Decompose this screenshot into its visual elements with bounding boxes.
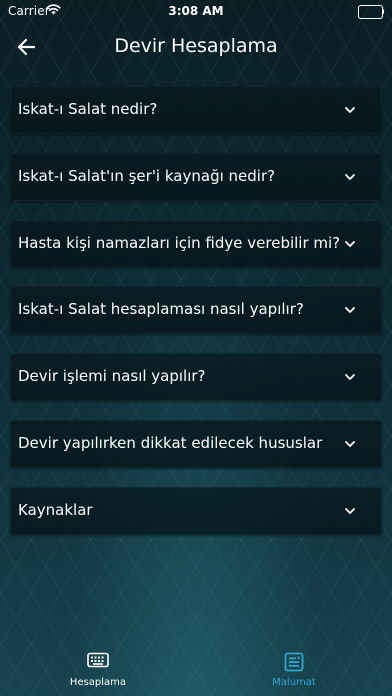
faq-item-label: Hasta kişi namazları için fidye verebili… xyxy=(18,233,341,252)
faq-item-kaynaklar[interactable]: Kaynaklar xyxy=(10,486,382,535)
chevron-down-icon xyxy=(345,240,355,247)
page-title: Devir Hesaplama xyxy=(114,35,278,57)
faq-item-hesaplama-nasil[interactable]: Iskat-ı Salat hesaplaması nasıl yapılır? xyxy=(10,286,382,335)
faq-item-iskat-salat-nedir[interactable]: Iskat-ı Salat nedir? xyxy=(10,86,382,134)
faq-item-dikkat-hususlar[interactable]: Devir yapılırken dikkat edilecek hususla… xyxy=(10,419,382,468)
status-bar: Carrier 3:08 AM xyxy=(0,0,392,22)
chevron-down-icon xyxy=(345,374,355,381)
keyboard-icon xyxy=(87,652,109,668)
tab-label: Malumat xyxy=(272,677,316,688)
faq-item-label: Iskat-ı Salat'ın şer'i kaynağı nedir? xyxy=(18,166,276,185)
chevron-down-icon xyxy=(345,307,355,314)
chevron-down-icon xyxy=(345,441,355,447)
status-time: 3:08 AM xyxy=(168,4,224,18)
faq-item-devir-islemi[interactable]: Devir işlemi nasıl yapılır? xyxy=(10,353,382,402)
faq-item-label: Iskat-ı Salat hesaplaması nasıl yapılır? xyxy=(18,300,304,319)
tab-bar: Hesaplama Malumat xyxy=(0,645,392,696)
tab-label: Hesaplama xyxy=(69,677,127,688)
faq-item-label: Devir işlemi nasıl yapılır? xyxy=(18,367,206,386)
app-screen: Carrier 3:08 AM Devir Hesaplama Iskat-ı … xyxy=(0,0,392,696)
faq-item-label: Devir yapılırken dikkat edilecek hususla… xyxy=(18,433,323,452)
tab-hesaplama[interactable]: Hesaplama xyxy=(38,645,158,696)
faq-item-label: Kaynaklar xyxy=(18,500,93,519)
chevron-down-icon xyxy=(345,173,355,180)
chevron-down-icon xyxy=(345,507,355,514)
tab-malumat[interactable]: Malumat xyxy=(234,645,354,696)
navigation-bar: Devir Hesaplama xyxy=(0,22,392,72)
battery-icon xyxy=(358,5,384,19)
faq-list: Iskat-ı Salat nedir? Iskat-ı Salat'ın şe… xyxy=(10,86,382,554)
faq-item-seri-kaynak[interactable]: Iskat-ı Salat'ın şer'i kaynağı nedir? xyxy=(10,152,382,201)
chevron-down-icon xyxy=(345,107,355,113)
faq-item-hasta-fidye[interactable]: Hasta kişi namazları için fidye verebili… xyxy=(10,219,382,268)
article-icon xyxy=(284,652,304,672)
faq-item-label: Iskat-ı Salat nedir? xyxy=(18,100,158,118)
